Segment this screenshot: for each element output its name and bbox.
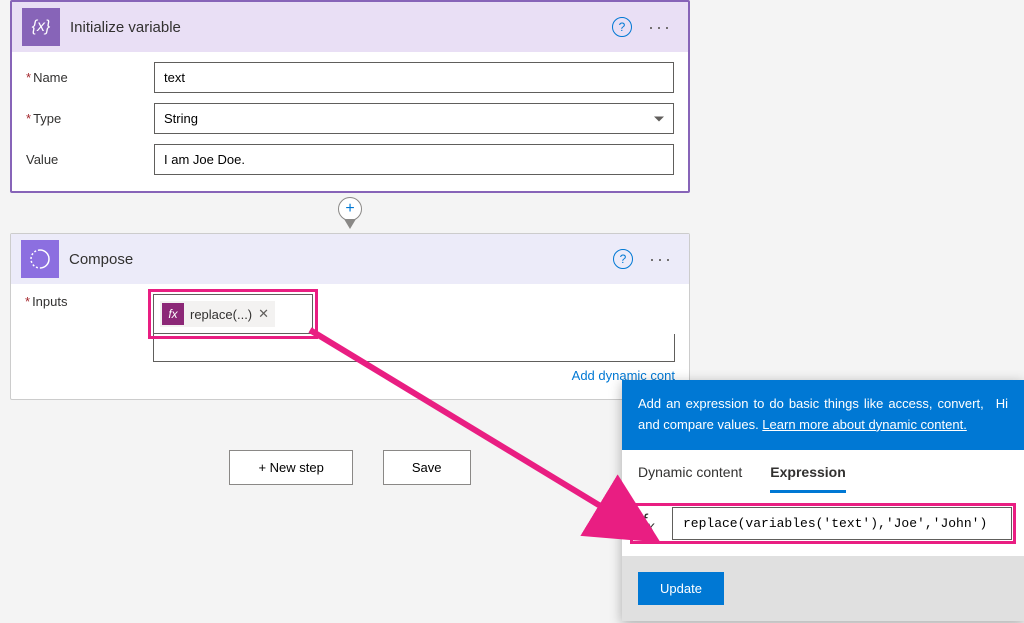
field-row-type: *Type	[26, 103, 674, 134]
field-label: *Inputs	[25, 294, 153, 309]
card-body: *Name *Type Value	[12, 52, 688, 191]
card-header[interactable]: Compose ? ···	[11, 234, 689, 284]
field-row-inputs: *Inputs fx replace(...) ✕ Add dynamic co…	[25, 294, 675, 383]
expression-token[interactable]: fx replace(...) ✕	[160, 301, 275, 327]
tab-dynamic-content[interactable]: Dynamic content	[638, 464, 742, 493]
popup-footer: Update	[622, 556, 1024, 621]
card-title: Compose	[69, 251, 603, 268]
field-label: *Type	[26, 111, 154, 126]
action-card-initialize-variable: {x} Initialize variable ? ··· *Name *Typ…	[10, 0, 690, 193]
field-label: *Name	[26, 70, 154, 85]
compose-icon	[21, 240, 59, 278]
popup-banner: Add an expression to do basic things lik…	[622, 380, 1024, 450]
token-label: replace(...)	[190, 307, 252, 322]
arrow-down-icon	[344, 219, 356, 229]
dynamic-content-popup: Add an expression to do basic things lik…	[622, 380, 1024, 621]
hide-banner-link[interactable]: Hi	[996, 394, 1008, 436]
field-row-value: Value	[26, 144, 674, 175]
inputs-field[interactable]: fx replace(...) ✕	[153, 294, 313, 334]
help-icon[interactable]: ?	[612, 17, 632, 37]
new-step-button[interactable]: + New step	[229, 450, 352, 485]
fx-icon: fx	[162, 303, 184, 325]
footer-buttons: + New step Save	[10, 450, 690, 485]
fx-icon: fx	[634, 511, 662, 536]
card-title: Initialize variable	[70, 19, 602, 36]
type-select[interactable]	[154, 103, 674, 134]
action-card-compose: Compose ? ··· *Inputs fx replace(...) ✕	[10, 233, 690, 400]
help-icon[interactable]: ?	[613, 249, 633, 269]
update-button[interactable]: Update	[638, 572, 724, 605]
tab-expression[interactable]: Expression	[770, 464, 845, 493]
insert-step-button[interactable]: +	[338, 197, 362, 221]
learn-more-link[interactable]: Learn more about dynamic content.	[762, 417, 967, 432]
remove-token-icon[interactable]: ✕	[258, 306, 269, 322]
connector: +	[10, 193, 690, 233]
card-body: *Inputs fx replace(...) ✕ Add dynamic co…	[11, 284, 689, 399]
field-row-name: *Name	[26, 62, 674, 93]
variable-icon: {x}	[22, 8, 60, 46]
expression-input[interactable]	[672, 507, 1012, 540]
card-header[interactable]: {x} Initialize variable ? ···	[12, 2, 688, 52]
value-input[interactable]	[154, 144, 674, 175]
expression-input-row: fx	[634, 507, 1012, 540]
name-input[interactable]	[154, 62, 674, 93]
add-dynamic-content-link[interactable]: Add dynamic cont	[153, 368, 675, 383]
more-menu-icon[interactable]: ···	[642, 17, 678, 38]
field-label: Value	[26, 152, 154, 167]
popup-tabs: Dynamic content Expression	[622, 450, 1024, 493]
more-menu-icon[interactable]: ···	[643, 249, 679, 270]
save-button[interactable]: Save	[383, 450, 471, 485]
